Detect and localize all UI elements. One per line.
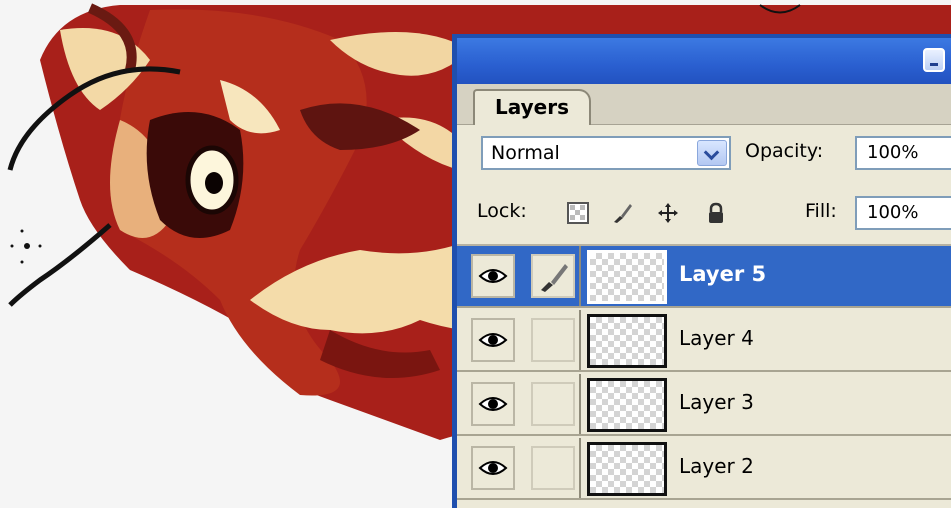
visibility-toggle[interactable] [471, 382, 515, 426]
layer-name[interactable]: Layer 5 [679, 262, 766, 286]
visibility-toggle[interactable] [471, 446, 515, 490]
blend-mode-value: Normal [491, 142, 560, 164]
opacity-field[interactable]: 100% [855, 136, 951, 170]
minimize-button[interactable] [923, 48, 945, 72]
visibility-toggle[interactable] [471, 254, 515, 298]
lock-fill-row: Lock: Fill: 100% [457, 178, 951, 246]
blend-mode-select[interactable]: Normal [481, 136, 731, 170]
layers-list: Layer 5 Layer 4 Layer 3 Layer 2 [457, 246, 951, 508]
layer-row-5[interactable]: Layer 5 [457, 246, 951, 308]
layer-row-2[interactable]: Layer 2 [457, 438, 951, 500]
eye-icon [478, 461, 508, 475]
layer-row-3[interactable]: Layer 3 [457, 374, 951, 436]
visibility-toggle[interactable] [471, 318, 515, 362]
palette-tab-strip: Layers [457, 84, 951, 125]
lock-position-move-icon[interactable] [657, 202, 679, 224]
link-cell[interactable] [531, 318, 575, 362]
layer-row-4[interactable]: Layer 4 [457, 310, 951, 372]
opacity-label: Opacity: [745, 140, 824, 162]
lock-label: Lock: [477, 200, 527, 222]
tab-layers[interactable]: Layers [473, 89, 591, 125]
lock-all-padlock-icon[interactable] [705, 202, 727, 224]
layer-thumbnail[interactable] [587, 314, 667, 368]
tab-layers-label: Layers [495, 95, 569, 119]
link-cell[interactable] [531, 382, 575, 426]
layer-thumbnail[interactable] [587, 442, 667, 496]
layer-name[interactable]: Layer 4 [679, 326, 754, 350]
layer-name[interactable]: Layer 3 [679, 390, 754, 414]
layers-palette: Layers Normal Opacity: 100% Lock: Fill: … [452, 34, 951, 508]
layer-name[interactable]: Layer 2 [679, 454, 754, 478]
fill-label: Fill: [805, 200, 837, 222]
fill-field[interactable]: 100% [855, 196, 951, 230]
chevron-down-icon[interactable] [697, 140, 727, 166]
brush-icon [541, 264, 568, 292]
blend-opacity-row: Normal Opacity: 100% [457, 124, 951, 178]
fill-value: 100% [867, 202, 919, 223]
layer-thumbnail[interactable] [587, 250, 667, 304]
eye-icon [478, 333, 508, 347]
link-cell[interactable] [531, 446, 575, 490]
lock-image-pixels-brush-icon[interactable] [611, 202, 633, 224]
eye-icon [478, 269, 508, 283]
brush-indicator-cell[interactable] [531, 254, 575, 298]
opacity-value: 100% [867, 142, 919, 163]
lock-transparent-pixels-icon[interactable] [567, 202, 589, 224]
palette-titlebar[interactable] [457, 38, 951, 84]
layer-thumbnail[interactable] [587, 378, 667, 432]
eye-icon [478, 397, 508, 411]
